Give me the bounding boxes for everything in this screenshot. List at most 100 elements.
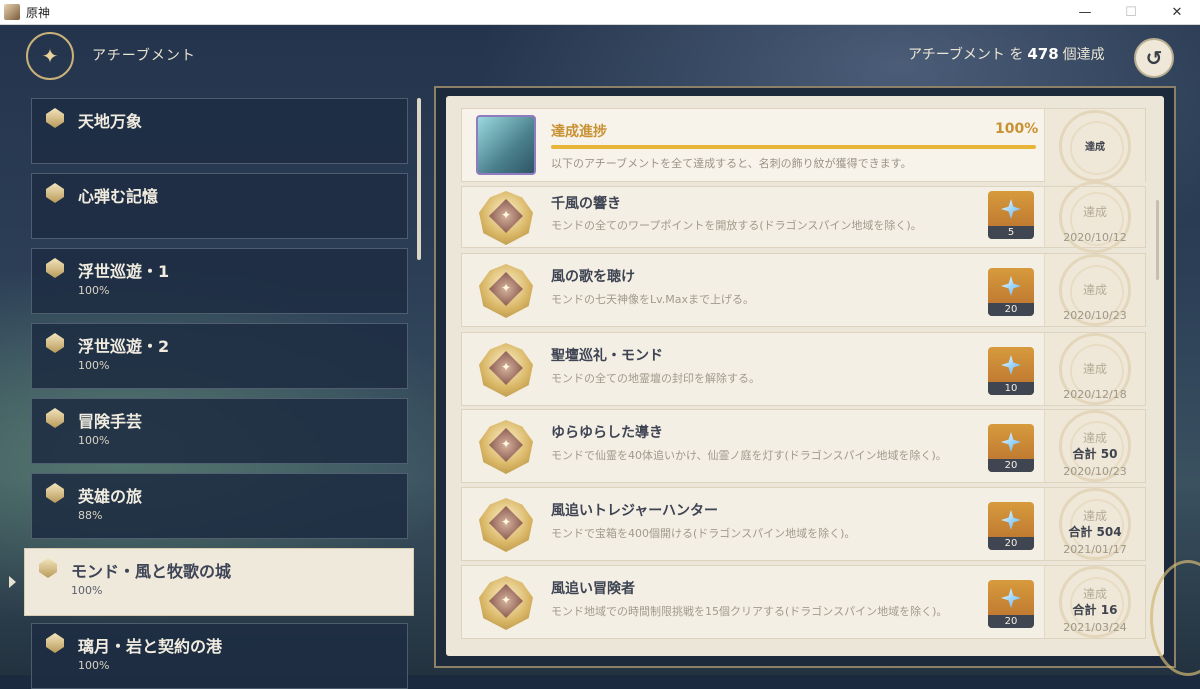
achievement-description: モンドで宝箱を400個開ける(ドラゴンスパイン地域を除く)。	[551, 527, 856, 540]
achievement-medal-icon: ✦	[479, 191, 533, 245]
achievement-scrollbar[interactable]	[1156, 200, 1159, 280]
achievement-description: モンドで仙霊を40体追いかけ、仙霊ノ庭を灯す(ドラゴンスパイン地域を除く)。	[551, 449, 947, 462]
primogem-icon	[1001, 276, 1021, 296]
achievement-trophy-icon: ✦	[26, 32, 74, 80]
achievement-stamp-area: 達成 合計 504 2021/01/17	[1044, 488, 1145, 560]
primogem-reward: 20	[988, 502, 1034, 550]
achievement-medal-icon: ✦	[479, 498, 533, 552]
achievement-date: 2020/10/23	[1063, 309, 1127, 322]
achievement-row[interactable]: ✦ 風の歌を聴け モンドの七天神像をLv.Maxまで上げる。 20 達成 202…	[461, 253, 1146, 327]
achievement-medal-icon: ✦	[479, 343, 533, 397]
achievement-stamp-area: 達成 2020/10/12	[1044, 181, 1145, 253]
category-name: 冒険手芸	[78, 412, 143, 431]
category-icon	[46, 483, 64, 503]
primogem-icon	[1001, 355, 1021, 375]
back-button[interactable]: ↺	[1134, 38, 1174, 78]
category-icon	[46, 258, 64, 278]
primogem-icon	[1001, 588, 1021, 608]
progress-bar-fill	[551, 145, 1036, 149]
primogem-reward: 10	[988, 347, 1034, 395]
achievement-row[interactable]: ✦ 聖壇巡礼・モンド モンドの全ての地霊壇の封印を解除する。 10 達成 202…	[461, 332, 1146, 406]
category-percent: 100%	[71, 584, 103, 597]
category-name: 心弾む記憶	[78, 187, 159, 206]
maximize-button[interactable]: ☐	[1108, 0, 1154, 24]
category-name: モンド・風と牧歌の城	[71, 562, 232, 581]
category-item-selected[interactable]: モンド・風と牧歌の城 100%	[24, 548, 414, 616]
category-icon	[46, 333, 64, 353]
category-percent: 100%	[78, 284, 110, 297]
page-title: アチーブメント	[92, 48, 196, 64]
category-item[interactable]: 浮世巡遊・1 100%	[31, 248, 408, 314]
achievement-title: ゆらゆらした導き	[551, 425, 663, 441]
achievement-total: 合計 50	[1072, 447, 1118, 461]
back-arrow-icon: ↺	[1145, 46, 1163, 70]
achievement-total: 合計 504	[1068, 525, 1122, 539]
achievement-title: 聖壇巡礼・モンド	[551, 348, 663, 364]
window-titlebar: 原神 — ☐ ✕	[0, 0, 1200, 25]
progress-stamp-label: 達成	[1085, 142, 1105, 153]
achievement-total: 合計 16	[1072, 603, 1118, 617]
reward-amount: 5	[988, 226, 1034, 239]
category-icon	[46, 108, 64, 128]
category-name: 璃月・岩と契約の港	[78, 637, 223, 656]
achievement-status: 達成	[1082, 205, 1107, 219]
category-item[interactable]: 英雄の旅 88%	[31, 473, 408, 539]
achievement-count-suffix: 個達成	[1062, 47, 1105, 63]
reward-amount: 10	[988, 382, 1034, 395]
achievement-row[interactable]: ✦ ゆらゆらした導き モンドで仙霊を40体追いかけ、仙霊ノ庭を灯す(ドラゴンスパ…	[461, 409, 1146, 483]
achievement-date: 2020/10/23	[1063, 465, 1127, 478]
achievement-description: モンドの七天神像をLv.Maxまで上げる。	[551, 293, 755, 306]
achievement-status: 達成	[1082, 587, 1107, 601]
primogem-reward: 20	[988, 268, 1034, 316]
category-item[interactable]: 冒険手芸 100%	[31, 398, 408, 464]
progress-description: 以下のアチーブメントを全て達成すると、名刺の飾り紋が獲得できます。	[551, 157, 912, 170]
achievement-row[interactable]: ✦ 風追いトレジャーハンター モンドで宝箱を400個開ける(ドラゴンスパイン地域…	[461, 487, 1146, 561]
achievement-stamp-area: 達成 2020/10/23	[1044, 254, 1145, 326]
achievement-title: 風追いトレジャーハンター	[551, 503, 719, 519]
achievement-medal-icon: ✦	[479, 420, 533, 474]
category-icon	[46, 408, 64, 428]
achievement-medal-icon: ✦	[479, 264, 533, 318]
category-item[interactable]: 璃月・岩と契約の港 100%	[31, 623, 408, 689]
category-name: 浮世巡遊・1	[78, 262, 170, 281]
progress-stamp-area: 達成	[1044, 109, 1145, 183]
category-item[interactable]: 天地万象	[31, 98, 408, 164]
achievement-date: 2021/01/17	[1063, 543, 1127, 556]
category-name: 英雄の旅	[78, 487, 143, 506]
reward-amount: 20	[988, 615, 1034, 628]
category-name: 天地万象	[78, 112, 143, 131]
close-button[interactable]: ✕	[1154, 0, 1200, 24]
achievement-stamp-area: 達成 合計 50 2020/10/23	[1044, 410, 1145, 482]
achievement-row[interactable]: ✦ 風追い冒険者 モンド地域での時間制限挑戦を15個クリアする(ドラゴンスパイン…	[461, 565, 1146, 639]
achievement-stamp-area: 達成 合計 16 2021/03/24	[1044, 566, 1145, 638]
achievement-description: モンドの全てのワープポイントを開放する(ドラゴンスパイン地域を除く)。	[551, 219, 922, 232]
achievement-title: 千風の響き	[551, 196, 621, 212]
namecard-reward-icon	[476, 115, 536, 175]
category-item[interactable]: 浮世巡遊・2 100%	[31, 323, 408, 389]
achievement-description: モンドの全ての地霊壇の封印を解除する。	[551, 372, 760, 385]
selected-indicator-icon	[9, 576, 16, 588]
primogem-icon	[1001, 199, 1021, 219]
window-title: 原神	[26, 5, 51, 20]
achievement-count-prefix: アチーブメント を	[908, 47, 1024, 63]
window-controls: — ☐ ✕	[1062, 0, 1200, 24]
category-percent: 100%	[78, 434, 110, 447]
primogem-reward: 20	[988, 424, 1034, 472]
category-icon	[46, 633, 64, 653]
category-name: 浮世巡遊・2	[78, 337, 170, 356]
minimize-button[interactable]: —	[1062, 0, 1108, 24]
category-percent: 100%	[78, 359, 110, 372]
progress-bar	[551, 145, 1036, 149]
achievement-description: モンド地域での時間制限挑戦を15個クリアする(ドラゴンスパイン地域を除く)。	[551, 605, 948, 618]
achievement-status: 達成	[1082, 509, 1107, 523]
category-item[interactable]: 心弾む記憶	[31, 173, 408, 239]
category-percent: 100%	[78, 659, 110, 672]
achievement-date: 2020/10/12	[1063, 231, 1127, 244]
category-scrollbar[interactable]	[417, 98, 421, 260]
primogem-icon	[1001, 510, 1021, 530]
achievement-count: アチーブメント を 478 個達成	[908, 44, 1105, 64]
achievement-status: 達成	[1082, 283, 1107, 297]
primogem-reward: 5	[988, 191, 1034, 239]
achievement-row[interactable]: ✦ 千風の響き モンドの全てのワープポイントを開放する(ドラゴンスパイン地域を除…	[461, 181, 1146, 253]
achievement-status: 達成	[1082, 431, 1107, 445]
